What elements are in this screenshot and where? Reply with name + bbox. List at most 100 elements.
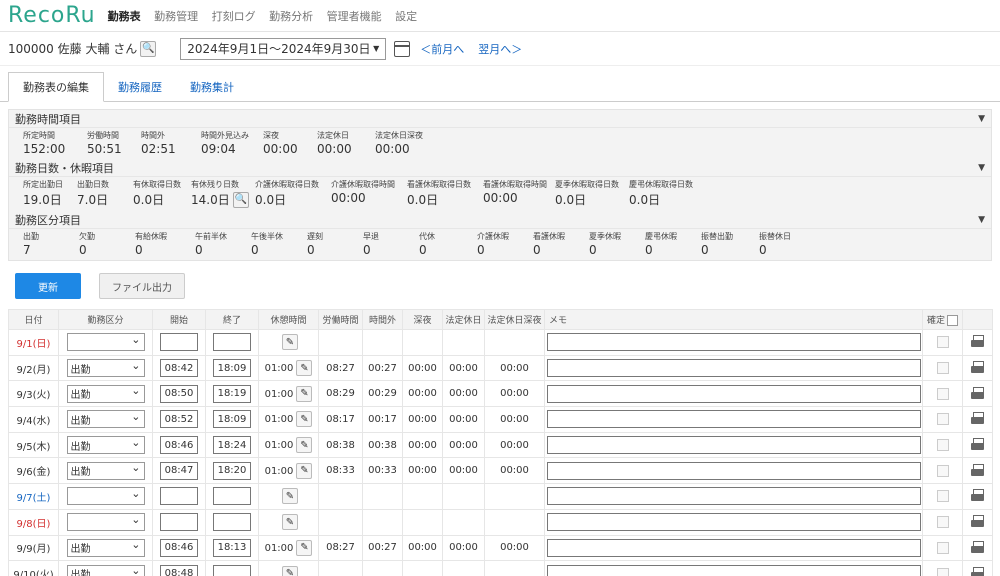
kubun-select[interactable]: 出勤 ⌄ bbox=[66, 410, 145, 429]
kubun-select[interactable]: 出勤 ⌄ bbox=[66, 436, 145, 455]
memo-input[interactable] bbox=[547, 359, 921, 378]
confirm-checkbox[interactable] bbox=[936, 362, 949, 375]
start-time-input[interactable]: 08:46 bbox=[160, 538, 198, 557]
nav-item-settings[interactable]: 設定 bbox=[395, 10, 417, 23]
prev-month-link[interactable]: ＜前月へ bbox=[420, 41, 464, 57]
start-time-input[interactable]: 08:50 bbox=[160, 384, 198, 403]
app-logo[interactable]: RecoRu bbox=[8, 3, 96, 28]
edit-rest-button[interactable]: ✎ bbox=[296, 437, 313, 454]
confirm-checkbox[interactable] bbox=[936, 439, 949, 452]
kubun-select[interactable]: 出勤 ⌄ bbox=[66, 384, 145, 403]
kubun-select[interactable]: 出勤 ⌄ bbox=[66, 538, 145, 557]
memo-input[interactable] bbox=[547, 487, 921, 506]
printer-icon[interactable] bbox=[970, 361, 985, 375]
start-time-input[interactable] bbox=[160, 513, 198, 532]
holnight-cell: 00:00 bbox=[484, 534, 545, 562]
collapse-icon[interactable]: ▼ bbox=[978, 114, 985, 124]
end-time-input[interactable] bbox=[213, 564, 251, 576]
confirm-checkbox[interactable] bbox=[936, 490, 949, 503]
days-section-header[interactable]: 勤務日数・休暇項目 ▼ bbox=[9, 159, 991, 177]
tab-history[interactable]: 勤務履歴 bbox=[104, 73, 176, 101]
printer-icon[interactable] bbox=[970, 386, 985, 401]
user-search-button[interactable]: 🔍 bbox=[140, 40, 157, 57]
memo-input[interactable] bbox=[547, 564, 921, 576]
header-label: 開始 bbox=[169, 316, 188, 326]
period-select[interactable]: 2024年9月1日～2024年9月30日 ▼ bbox=[180, 37, 387, 60]
calendar-icon[interactable] bbox=[394, 40, 411, 57]
printer-icon[interactable] bbox=[970, 540, 985, 555]
nav-item-admin[interactable]: 管理者機能 bbox=[327, 10, 382, 23]
memo-input[interactable] bbox=[547, 333, 921, 352]
printer-icon[interactable] bbox=[970, 566, 985, 576]
printer-icon[interactable] bbox=[970, 335, 985, 349]
memo-input[interactable] bbox=[547, 436, 921, 455]
end-time-input[interactable]: 18:20 bbox=[213, 461, 251, 480]
start-time-input[interactable] bbox=[160, 333, 198, 352]
kubun-select[interactable]: ⌄ bbox=[66, 513, 145, 532]
memo-input[interactable] bbox=[547, 538, 921, 557]
confirm-checkbox[interactable] bbox=[936, 336, 949, 349]
end-time-input[interactable] bbox=[213, 513, 251, 532]
start-time-input[interactable]: 08:52 bbox=[160, 410, 198, 429]
confirm-checkbox[interactable] bbox=[936, 516, 949, 529]
printer-icon[interactable] bbox=[970, 438, 985, 452]
end-time-input[interactable]: 18:19 bbox=[213, 384, 251, 403]
printer-icon[interactable] bbox=[970, 412, 985, 426]
memo-input[interactable] bbox=[547, 410, 921, 429]
confirm-checkbox[interactable] bbox=[936, 541, 949, 554]
time-section-header[interactable]: 勤務時間項目 ▼ bbox=[9, 110, 991, 128]
next-month-link[interactable]: 翌月へ＞ bbox=[478, 41, 522, 57]
edit-rest-button[interactable]: ✎ bbox=[282, 488, 298, 505]
nav-item-kinmubunseki[interactable]: 勤務分析 bbox=[269, 10, 313, 23]
start-time-input[interactable]: 08:46 bbox=[160, 436, 198, 455]
kubun-select[interactable]: ⌄ bbox=[66, 487, 145, 506]
edit-rest-button[interactable]: ✎ bbox=[296, 539, 313, 556]
end-time-input[interactable] bbox=[213, 487, 251, 506]
kubun-select[interactable]: ⌄ bbox=[66, 333, 145, 352]
kubun-select[interactable]: 出勤 ⌄ bbox=[66, 461, 145, 480]
tab-summary[interactable]: 勤務集計 bbox=[176, 73, 248, 101]
edit-rest-button[interactable]: ✎ bbox=[282, 514, 298, 531]
collapse-icon[interactable]: ▼ bbox=[978, 215, 985, 225]
edit-rest-button[interactable]: ✎ bbox=[296, 360, 313, 377]
memo-input[interactable] bbox=[547, 461, 921, 480]
start-time-input[interactable]: 08:47 bbox=[160, 461, 198, 480]
memo-input[interactable] bbox=[547, 384, 921, 403]
confirm-all-checkbox[interactable] bbox=[947, 315, 958, 326]
end-time-input[interactable]: 18:13 bbox=[213, 538, 251, 557]
collapse-icon[interactable]: ▼ bbox=[978, 163, 985, 173]
kubun-section-header[interactable]: 勤務区分項目 ▼ bbox=[9, 211, 991, 229]
tab-edit[interactable]: 勤務表の編集 bbox=[8, 72, 104, 102]
leave-detail-button[interactable]: 🔍 bbox=[232, 191, 249, 208]
end-time-input[interactable]: 18:09 bbox=[213, 359, 251, 378]
update-button[interactable]: 更新 bbox=[15, 273, 81, 299]
printer-icon[interactable] bbox=[970, 489, 985, 503]
nav-item-kinmukanri[interactable]: 勤務管理 bbox=[154, 10, 198, 23]
memo-input[interactable] bbox=[547, 513, 921, 532]
kubun-select[interactable]: 出勤 ⌄ bbox=[66, 359, 145, 378]
confirm-checkbox[interactable] bbox=[936, 387, 949, 400]
kubun-select[interactable]: 出勤 ⌄ bbox=[66, 564, 145, 576]
printer-icon[interactable] bbox=[970, 515, 985, 529]
start-time-input[interactable]: 08:48 bbox=[160, 564, 198, 576]
nav-item-kinmuhyo[interactable]: 勤務表 bbox=[108, 10, 141, 23]
export-button[interactable]: ファイル出力 bbox=[99, 273, 185, 299]
print-cell bbox=[962, 406, 993, 433]
edit-rest-button[interactable]: ✎ bbox=[296, 385, 313, 402]
edit-rest-button[interactable]: ✎ bbox=[282, 334, 298, 351]
start-time-input[interactable] bbox=[160, 487, 198, 506]
confirm-checkbox[interactable] bbox=[936, 464, 949, 477]
start-time-input[interactable]: 08:42 bbox=[160, 359, 198, 378]
end-time-input[interactable]: 18:09 bbox=[213, 410, 251, 429]
edit-rest-button[interactable]: ✎ bbox=[282, 565, 298, 576]
edit-rest-button[interactable]: ✎ bbox=[296, 411, 313, 428]
confirm-checkbox[interactable] bbox=[936, 567, 949, 576]
edit-rest-button[interactable]: ✎ bbox=[296, 462, 313, 479]
end-time-input[interactable]: 18:24 bbox=[213, 436, 251, 455]
end-time-input[interactable] bbox=[213, 333, 251, 352]
pencil-icon: ✎ bbox=[285, 516, 295, 528]
nav-item-dakokulog[interactable]: 打刻ログ bbox=[212, 10, 256, 23]
printer-icon[interactable] bbox=[970, 463, 985, 478]
confirm-checkbox[interactable] bbox=[936, 413, 949, 426]
stat-value-text: 50:51 bbox=[87, 142, 122, 156]
